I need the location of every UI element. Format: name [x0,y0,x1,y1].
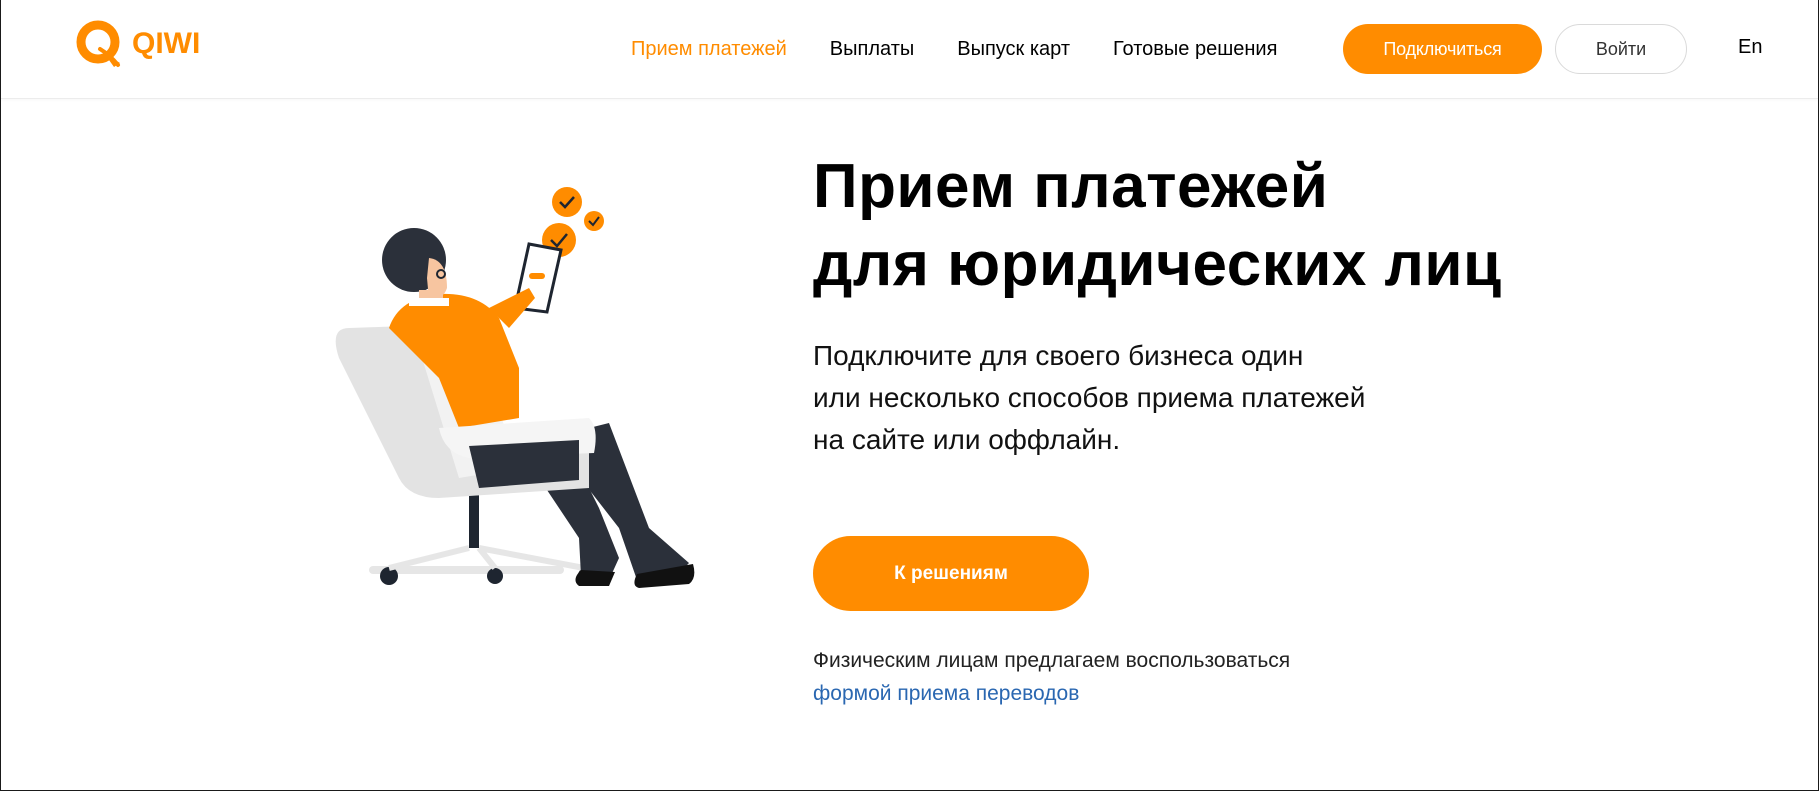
site-header: QIWI Прием платежей Выплаты Выпуск карт … [1,0,1818,99]
to-solutions-button[interactable]: К решениям [813,536,1089,611]
person-in-chair-with-tablet-illustration [319,178,769,598]
hero-title-line-1: Прием платежей [813,152,1329,221]
login-button[interactable]: Войти [1555,24,1687,74]
hero-subtitle-line-1: Подключите для своего бизнеса один [813,340,1304,371]
nav-item-payments[interactable]: Прием платежей [631,38,787,61]
qiwi-logo[interactable]: QIWI [74,19,219,71]
hero-subtitle: Подключите для своего бизнеса один или н… [813,335,1513,461]
transfer-form-link[interactable]: формой приема переводов [813,677,1079,711]
page-frame: QIWI Прием платежей Выплаты Выпуск карт … [0,0,1819,791]
svg-text:QIWI: QIWI [132,27,200,60]
main-nav: Прием платежей Выплаты Выпуск карт Готов… [631,0,1320,99]
hero-title: Прием платежей для юридических лиц [813,148,1713,304]
nav-item-card-issuing[interactable]: Выпуск карт [957,38,1070,61]
checkmark-bubble-icon [542,187,604,257]
hero-title-line-2: для юридических лиц [813,230,1502,299]
connect-button[interactable]: Подключиться [1343,24,1542,74]
hero-subtitle-line-3: на сайте или оффлайн. [813,424,1121,455]
language-switch[interactable]: En [1738,36,1762,59]
hero-subtitle-line-2: или несколько способов приема платежей [813,382,1366,413]
nav-item-payouts[interactable]: Выплаты [830,38,914,61]
individuals-note: Физическим лицам предлагаем воспользоват… [813,649,1291,672]
nav-item-ready-solutions[interactable]: Готовые решения [1113,38,1277,61]
qiwi-logo-icon: QIWI [76,20,200,67]
